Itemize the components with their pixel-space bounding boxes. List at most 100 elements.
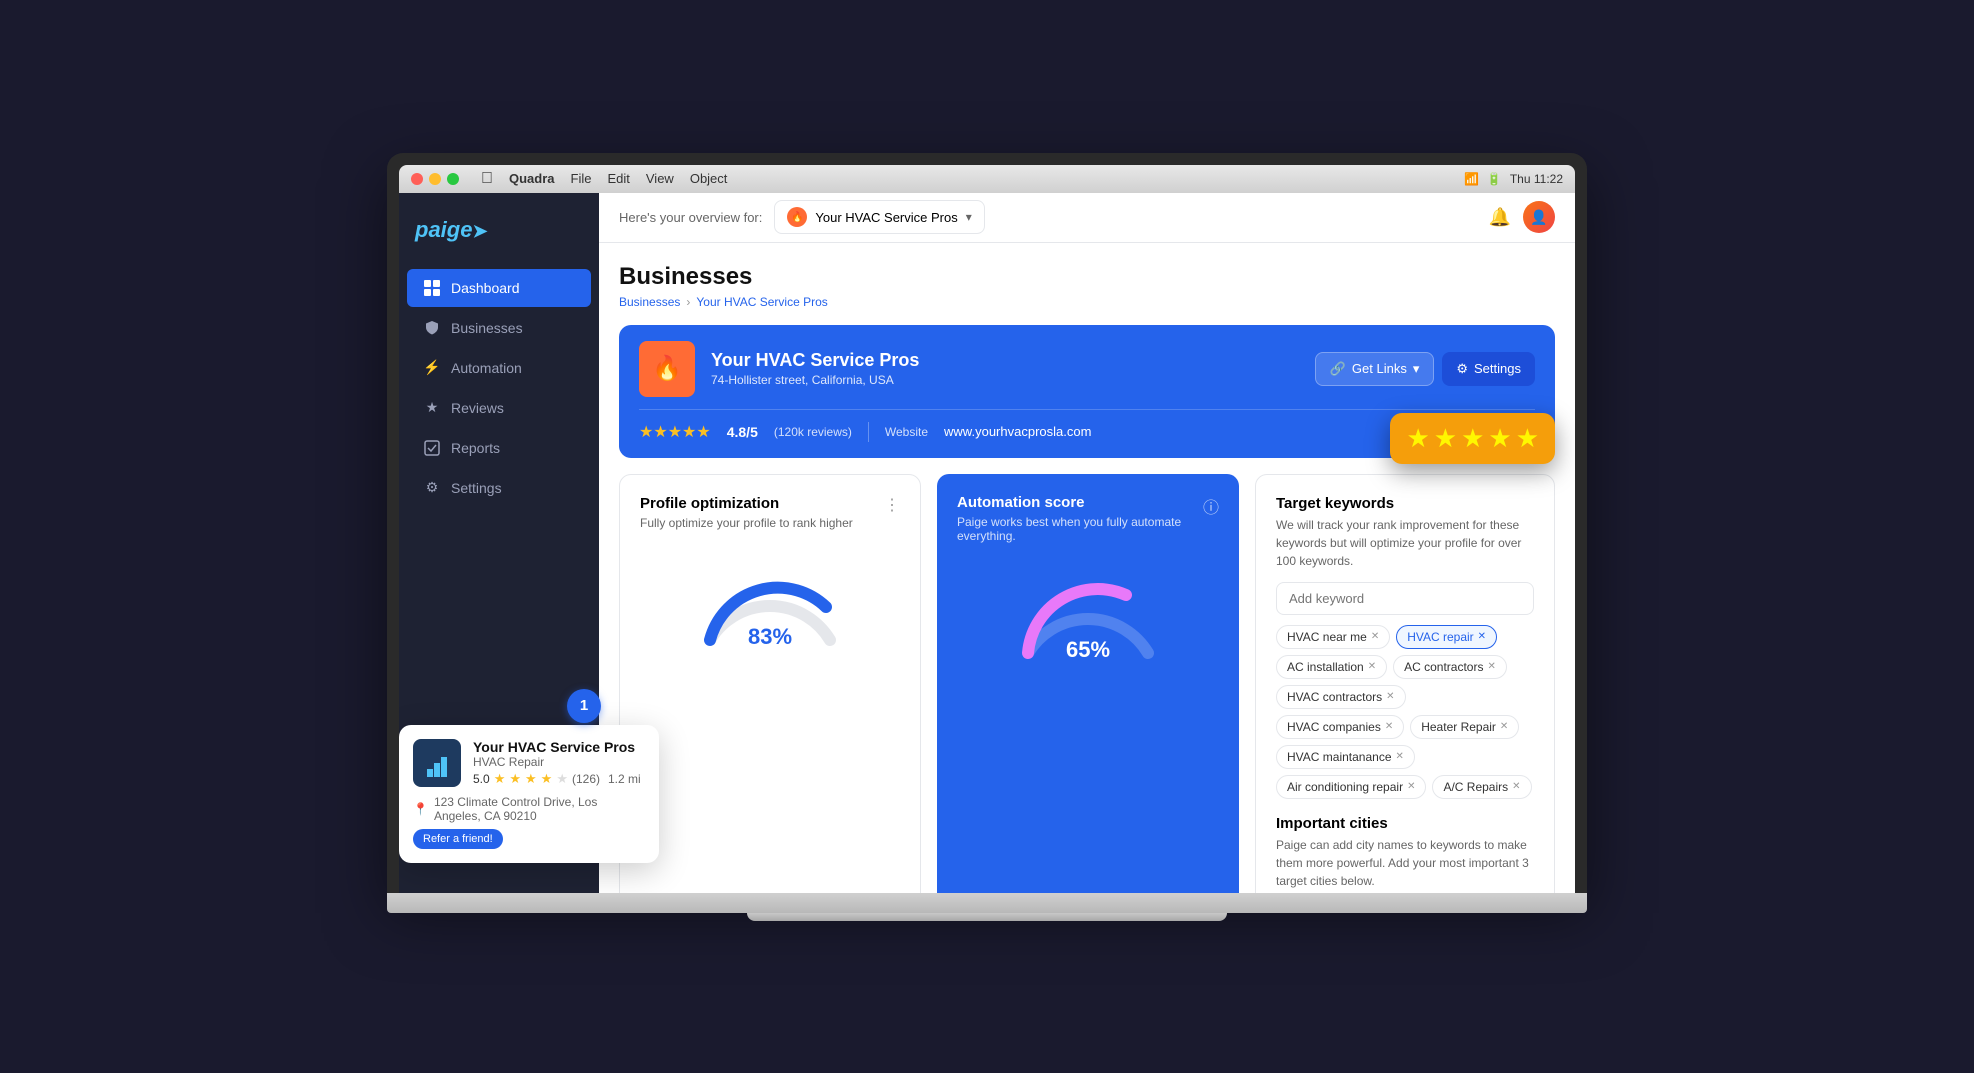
cities-desc: Paige can add city names to keywords to …	[1276, 836, 1534, 890]
chevron-down-icon: ▾	[966, 210, 972, 224]
bell-icon[interactable]: 🔔	[1489, 207, 1511, 228]
popup-star-3: ★	[525, 771, 537, 787]
sidebar-item-automation[interactable]: ⚡ Automation	[407, 349, 591, 387]
automation-card-subtitle: Paige works best when you fully automate…	[957, 515, 1203, 543]
popup-star-1: ★	[494, 771, 506, 787]
keyword-remove-hvac-companies[interactable]: ✕	[1385, 721, 1393, 732]
sidebar-label-settings: Settings	[451, 480, 502, 496]
keyword-remove-heater-repair[interactable]: ✕	[1500, 721, 1508, 732]
keyword-remove-ac-installation[interactable]: ✕	[1368, 661, 1376, 672]
overview-label: Here's your overview for:	[619, 210, 762, 225]
mac-close-button[interactable]	[411, 173, 423, 185]
sidebar-item-dashboard[interactable]: Dashboard	[407, 269, 591, 307]
profile-card-header: Profile optimization Fully optimize your…	[640, 495, 900, 530]
file-menu[interactable]: File	[571, 171, 592, 186]
popup-rating: 5.0	[473, 772, 490, 786]
edit-menu[interactable]: Edit	[607, 171, 629, 186]
business-popup: Your HVAC Service Pros HVAC Repair 5.0 ★…	[399, 725, 659, 863]
time-display: Thu 11:22	[1510, 172, 1563, 186]
website-url: www.yourhvacprosla.com	[944, 424, 1091, 439]
sidebar-label-automation: Automation	[451, 360, 522, 376]
overlay-star-4: ★	[1488, 423, 1511, 454]
keyword-tag-hvac-companies: HVAC companies ✕	[1276, 715, 1404, 739]
keyword-remove-hvac-near-me[interactable]: ✕	[1371, 631, 1379, 642]
popup-refer-button[interactable]: Refer a friend!	[413, 829, 503, 849]
wifi-icon: 📶	[1464, 172, 1479, 186]
automation-card-titles: Automation score Paige works best when y…	[957, 494, 1203, 543]
keyword-remove-hvac-maintanance[interactable]: ✕	[1396, 751, 1404, 762]
logo-text: paige➤	[415, 217, 488, 242]
settings-button[interactable]: ⚙ Settings	[1442, 352, 1535, 386]
profile-gauge: 83%	[640, 540, 900, 660]
view-menu[interactable]: View	[646, 171, 674, 186]
keyword-remove-ac-repairs[interactable]: ✕	[1512, 781, 1520, 792]
apple-icon[interactable]: 	[481, 170, 493, 188]
sidebar-item-businesses[interactable]: Businesses	[407, 309, 591, 347]
cities-title: Important cities	[1276, 815, 1534, 832]
website-label: Website	[885, 425, 928, 439]
rating-value: 4.8/5	[727, 424, 758, 440]
bolt-icon: ⚡	[423, 359, 441, 377]
laptop-base	[387, 893, 1587, 913]
breadcrumb-home[interactable]: Businesses	[619, 295, 680, 309]
keyword-tag-air-conditioning-repair: Air conditioning repair ✕	[1276, 775, 1426, 799]
automation-gauge: 65%	[957, 553, 1219, 673]
keyword-tag-hvac-contractors: HVAC contractors ✕	[1276, 685, 1406, 709]
object-menu[interactable]: Object	[690, 171, 728, 186]
sidebar-logo: paige➤	[399, 209, 599, 267]
keywords-title: Target keywords	[1276, 495, 1534, 512]
page-content: Businesses Businesses › Your HVAC Servic…	[599, 243, 1575, 893]
profile-card-titles: Profile optimization Fully optimize your…	[640, 495, 853, 530]
keyword-remove-air-conditioning-repair[interactable]: ✕	[1407, 781, 1415, 792]
sidebar-item-reports[interactable]: Reports	[407, 429, 591, 467]
keyword-tag-hvac-repair: HVAC repair ✕	[1396, 625, 1497, 649]
cards-grid: Profile optimization Fully optimize your…	[619, 474, 1555, 893]
get-links-button[interactable]: 🔗 Get Links ▾	[1315, 352, 1435, 386]
top-bar: Here's your overview for: 🔥 Your HVAC Se…	[599, 193, 1575, 243]
profile-card-subtitle: Fully optimize your profile to rank high…	[640, 516, 853, 530]
mac-minimize-button[interactable]	[429, 173, 441, 185]
keyword-tag-heater-repair: Heater Repair ✕	[1410, 715, 1519, 739]
keyword-remove-ac-contractors[interactable]: ✕	[1487, 661, 1495, 672]
profile-card-menu-icon[interactable]: ⋮	[884, 495, 900, 515]
sidebar-label-businesses: Businesses	[451, 320, 523, 336]
keyword-remove-hvac-contractors[interactable]: ✕	[1386, 691, 1394, 702]
automation-card-header: Automation score Paige works best when y…	[957, 494, 1219, 543]
profile-optimization-card: Profile optimization Fully optimize your…	[619, 474, 921, 893]
profile-card-title: Profile optimization	[640, 495, 853, 512]
star-icon: ★	[423, 399, 441, 417]
biz-info: Your HVAC Service Pros 74-Hollister stre…	[711, 350, 1299, 387]
mac-maximize-button[interactable]	[447, 173, 459, 185]
keyword-remove-hvac-repair[interactable]: ✕	[1478, 631, 1486, 642]
sidebar-label-reviews: Reviews	[451, 400, 504, 416]
star-rating-overlay: ★ ★ ★ ★ ★	[1390, 413, 1555, 464]
biz-actions: 🔗 Get Links ▾ ⚙ Settings	[1315, 352, 1535, 386]
automation-card-menu-icon[interactable]: ⓘ	[1203, 494, 1219, 518]
rating-stars: ★★★★★	[639, 422, 711, 442]
app-name[interactable]: Quadra	[509, 171, 555, 186]
popup-stars: 5.0 ★ ★ ★ ★ ★ (126) 1.2 mi	[473, 771, 641, 787]
settings-gear-icon: ⚙	[1456, 361, 1468, 377]
divider	[868, 422, 869, 442]
reviews-count: (120k reviews)	[774, 425, 852, 439]
keyword-input[interactable]	[1276, 582, 1534, 615]
grid-icon	[423, 279, 441, 297]
sidebar-item-settings[interactable]: ⚙ Settings	[407, 469, 591, 507]
keyword-tag-ac-installation: AC installation ✕	[1276, 655, 1387, 679]
business-selector[interactable]: 🔥 Your HVAC Service Pros ▾	[774, 200, 984, 234]
sidebar-label-reports: Reports	[451, 440, 500, 456]
breadcrumb-separator: ›	[686, 295, 690, 309]
breadcrumb-current[interactable]: Your HVAC Service Pros	[696, 295, 827, 309]
popup-address: 📍 123 Climate Control Drive, Los Angeles…	[413, 795, 645, 823]
sidebar-item-reviews[interactable]: ★ Reviews	[407, 389, 591, 427]
profile-percent: 83%	[748, 624, 792, 650]
popup-distance: 1.2 mi	[608, 772, 641, 786]
biz-logo: 🔥	[639, 341, 695, 397]
sidebar-label-dashboard: Dashboard	[451, 280, 520, 296]
sidebar-nav: Dashboard Businesses ⚡ Automation ★	[399, 267, 599, 509]
popup-biz-name: Your HVAC Service Pros	[473, 739, 641, 755]
business-selector-name: Your HVAC Service Pros	[815, 210, 957, 225]
automation-percent: 65%	[1066, 637, 1110, 663]
keyword-tag-hvac-near-me: HVAC near me ✕	[1276, 625, 1390, 649]
avatar[interactable]: 👤	[1523, 201, 1555, 233]
